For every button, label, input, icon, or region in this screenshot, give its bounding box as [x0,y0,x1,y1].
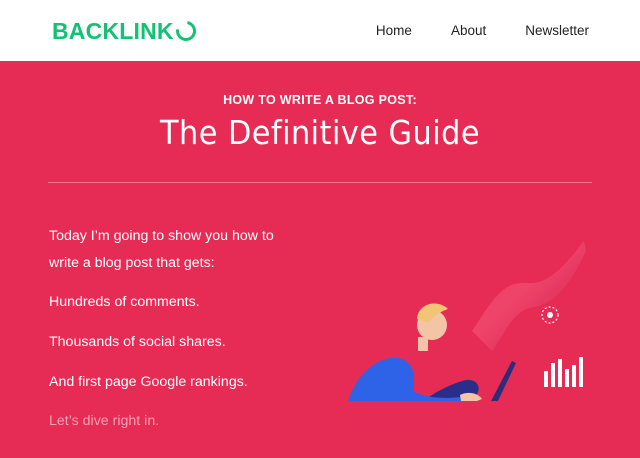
person [348,303,482,401]
intro-line-2: write a blog post that gets: [49,255,215,271]
benefit-comments: Hundreds of comments. [49,294,200,310]
benefit-shares: Thousands of social shares. [49,334,226,350]
logo-text: BACKLINK [52,18,174,44]
nav-link-home[interactable]: Home [376,22,412,40]
bar-chart-icon [544,357,583,387]
dive-in-text: Let’s dive right in. [49,413,160,429]
backlinko-logo[interactable]: BACKLINK [52,17,200,45]
hero-eyebrow: HOW TO WRITE A BLOG POST: [223,93,417,107]
hero-section: HOW TO WRITE A BLOG POST: The Definitive… [0,61,640,458]
logo-o-icon [171,17,200,45]
benefit-rankings: And first page Google rankings. [49,374,248,390]
hero-divider [48,182,592,183]
nav-link-newsletter[interactable]: Newsletter [525,22,589,40]
nav-link-about[interactable]: About [451,22,486,40]
background-swoosh [472,241,586,351]
person-with-laptop-illustration [348,241,586,401]
hero-title: The Definitive Guide [160,113,480,152]
intro-line-1: Today I’m going to show you how to [49,228,274,244]
main-nav: Home About Newsletter [376,22,589,40]
top-navigation-bar: BACKLINK Home About Newsletter [0,0,640,61]
target-icon [541,306,559,324]
